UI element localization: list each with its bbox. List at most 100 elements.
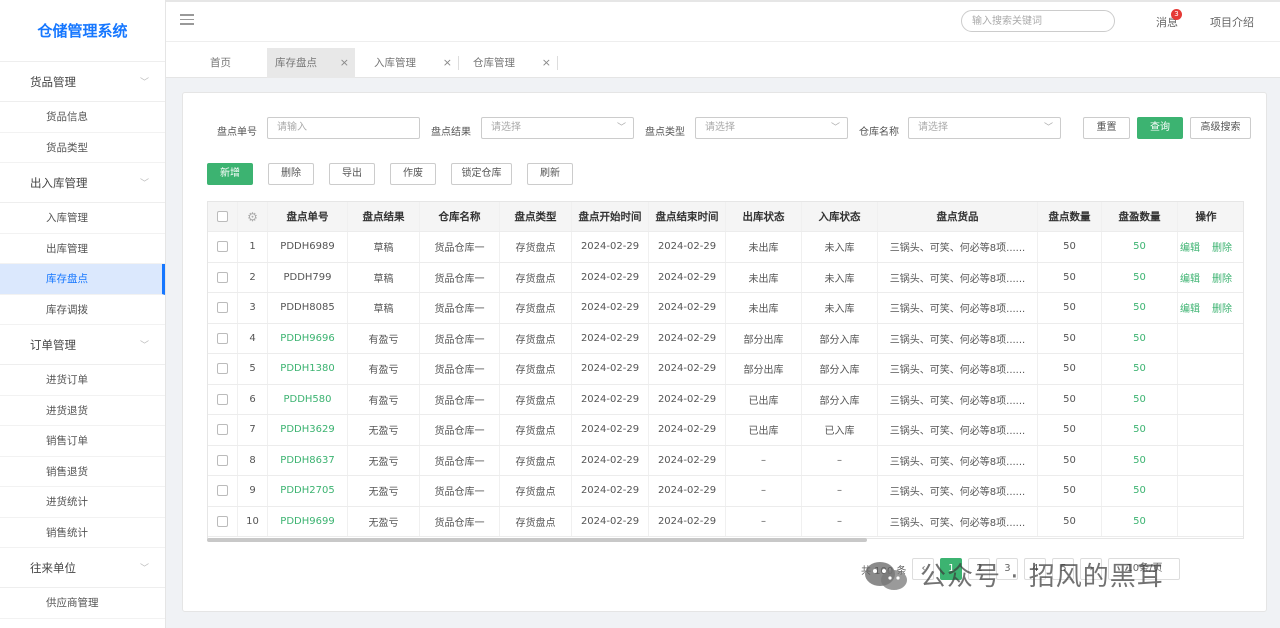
close-icon[interactable]: × <box>542 48 551 78</box>
export-button[interactable]: 导出 <box>329 163 375 185</box>
cell-in: 未入库 <box>824 273 855 285</box>
cell-qty: 50 <box>1063 454 1076 466</box>
cell-gain: 50 <box>1133 515 1146 527</box>
cell-goods: 三锅头、可笑、何必等8项...... <box>889 395 1026 407</box>
sidebar-item[interactable]: 货品信息 <box>0 102 165 133</box>
table-cell: 2024-02-29 <box>649 415 726 445</box>
delete-link[interactable]: 删除 <box>1212 239 1232 254</box>
sidebar-group[interactable]: 订单管理 ﹀ <box>0 325 165 365</box>
tab-stocktaking[interactable]: 库存盘点 × <box>267 48 355 78</box>
sidebar-group[interactable]: 往来单位 ﹀ <box>0 548 165 588</box>
row-checkbox[interactable] <box>217 393 228 405</box>
sidebar-item[interactable]: 销售统计 <box>0 518 165 548</box>
lock-warehouse-button[interactable]: 锁定仓库 <box>451 163 512 185</box>
menu-toggle-icon[interactable] <box>180 14 194 26</box>
sidebar-item[interactable]: 供应商管理 <box>0 588 165 619</box>
chevron-down-icon: ﹀ <box>830 123 840 133</box>
close-icon[interactable]: × <box>443 48 452 78</box>
cell-out: 部分出库 <box>743 334 784 346</box>
table-header-cell: 入库状态 <box>802 202 878 231</box>
table-header-cell: ⚙ <box>238 202 268 231</box>
table-row: 5 PDDH1380 有盈亏 货品仓库一 存货盘点 2024-02-29 2024-02-2… <box>208 354 1243 385</box>
table-cell: 4 <box>238 323 268 353</box>
sidebar-item[interactable]: 货品类型 <box>0 133 165 163</box>
sidebar-item[interactable]: 进货统计 <box>0 487 165 518</box>
void-button[interactable]: 作废 <box>390 163 436 185</box>
sidebar-item[interactable]: 销售订单 <box>0 426 165 457</box>
table-header-cell: 盘点类型 <box>500 202 572 231</box>
sidebar-item[interactable]: 出库管理 <box>0 234 165 264</box>
cell-in: 部分入库 <box>819 334 860 346</box>
cell-no[interactable]: PDDH8637 <box>280 455 334 466</box>
row-checkbox[interactable] <box>217 515 228 527</box>
sidebar-item[interactable]: 库存调拨 <box>0 295 165 325</box>
gear-icon[interactable]: ⚙ <box>247 210 258 224</box>
chevron-down-icon: ﹀ <box>139 564 149 574</box>
table-cell <box>1168 385 1243 415</box>
cell-no[interactable]: PDDH580 <box>283 394 331 405</box>
tab-inbound[interactable]: 入库管理 × <box>366 48 459 78</box>
project-intro-link[interactable]: 项目介绍 <box>1210 14 1254 30</box>
refresh-button[interactable]: 刷新 <box>527 163 573 185</box>
query-button[interactable]: 查询 <box>1137 117 1183 139</box>
table-cell: 50 <box>1038 445 1102 475</box>
advanced-search-button[interactable]: 高级搜索 <box>1190 117 1251 139</box>
cell-gain: 50 <box>1133 424 1146 436</box>
table-cell <box>208 445 238 475</box>
search-input[interactable] <box>961 10 1115 32</box>
table-cell: 10 <box>238 506 268 536</box>
cell-no[interactable]: PDDH9696 <box>280 333 334 344</box>
table-cell <box>208 384 238 414</box>
close-icon[interactable]: × <box>340 48 349 78</box>
row-checkbox[interactable] <box>217 271 228 283</box>
table-cell: 50 <box>1102 232 1178 262</box>
edit-link[interactable]: 编辑 <box>1180 239 1200 254</box>
cell-no[interactable]: PDDH2705 <box>280 485 334 496</box>
row-checkbox[interactable] <box>217 424 228 436</box>
sidebar-item[interactable]: 进货退货 <box>0 396 165 426</box>
add-button[interactable]: 新增 <box>207 163 253 185</box>
cell-result: 草稿 <box>373 243 394 255</box>
reset-button[interactable]: 重置 <box>1083 117 1130 139</box>
sidebar-item[interactable]: 销售退货 <box>0 457 165 487</box>
delete-button[interactable]: 删除 <box>268 163 314 185</box>
row-checkbox[interactable] <box>217 485 228 497</box>
sidebar-item[interactable]: 入库管理 <box>0 203 165 234</box>
select-all-checkbox[interactable] <box>217 211 228 222</box>
table-cell: 2024-02-29 <box>572 506 649 536</box>
table-row: 2 PDDH799 草稿 货品仓库一 存货盘点 2024-02-29 2024-02-29 未… <box>208 262 1243 293</box>
tab-home[interactable]: 首页 <box>202 48 262 78</box>
sidebar-group[interactable]: 出入库管理 ﹀ <box>0 163 165 203</box>
delete-link[interactable]: 删除 <box>1212 270 1232 285</box>
table-cell: 未入库 <box>802 262 878 292</box>
sidebar-item[interactable]: 库存盘点 <box>0 264 165 295</box>
edit-link[interactable]: 编辑 <box>1180 270 1200 285</box>
order-no-input[interactable]: 请输入 <box>267 117 420 139</box>
sidebar-item[interactable]: 客户管理 <box>0 619 165 628</box>
delete-link[interactable]: 删除 <box>1212 300 1232 315</box>
horizontal-scrollbar[interactable] <box>207 538 867 542</box>
result-select[interactable]: 请选择 ﹀ <box>481 117 634 139</box>
cell-out: – <box>761 485 766 497</box>
sidebar-group[interactable]: 货品管理 ﹀ <box>0 62 165 102</box>
row-checkbox[interactable] <box>217 302 228 314</box>
cell-no[interactable]: PDDH3629 <box>280 424 334 435</box>
table-header-cell: 操作 <box>1168 202 1243 231</box>
row-checkbox[interactable] <box>217 332 228 344</box>
row-checkbox[interactable] <box>217 454 228 466</box>
edit-link[interactable]: 编辑 <box>1180 300 1200 315</box>
table-cell: 2024-02-29 <box>572 232 649 262</box>
tab-warehouse[interactable]: 仓库管理 × <box>465 48 558 78</box>
row-checkbox[interactable] <box>217 363 228 375</box>
cell-start: 2024-02-29 <box>580 241 640 253</box>
cell-no[interactable]: PDDH9699 <box>280 516 334 527</box>
table-cell: 部分入库 <box>802 384 878 414</box>
tab-label: 库存盘点 <box>275 57 317 69</box>
cell-no[interactable]: PDDH1380 <box>280 363 334 374</box>
warehouse-select[interactable]: 请选择 ﹀ <box>908 117 1061 139</box>
type-select[interactable]: 请选择 ﹀ <box>695 117 848 139</box>
sidebar-item[interactable]: 进货订单 <box>0 365 165 396</box>
table-cell: 货品仓库一 <box>420 415 500 445</box>
row-checkbox[interactable] <box>217 241 228 253</box>
table-cell: PDDH8085 <box>268 293 348 323</box>
